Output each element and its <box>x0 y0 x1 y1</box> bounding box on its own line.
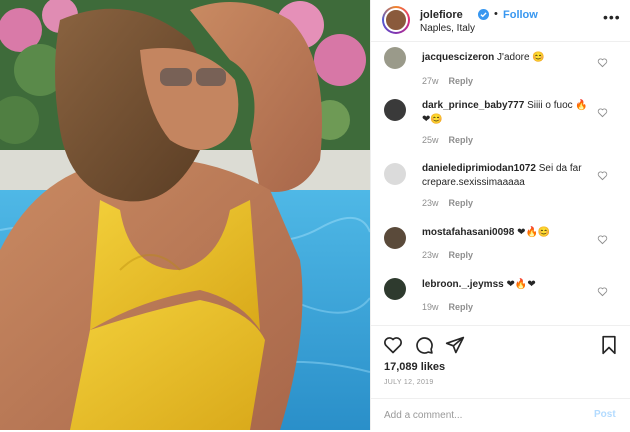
comment-meta: 27w Reply <box>422 76 473 86</box>
comment-age: 19w <box>422 302 439 312</box>
comment-avatar[interactable] <box>384 163 406 185</box>
separator-dot: • <box>494 8 498 20</box>
comment-text: mostafahasani0098 ❤🔥😊 <box>422 226 592 240</box>
post-header: jolefiore • Follow Naples, Italy ••• <box>371 0 630 42</box>
comment-age: 23w <box>422 250 439 260</box>
comment-username[interactable]: mostafahasani0098 <box>422 227 514 238</box>
story-ring[interactable] <box>382 6 410 34</box>
post-comment-button[interactable]: Post <box>594 409 616 420</box>
add-comment-bar: Post <box>371 398 630 432</box>
comment-like-icon[interactable] <box>597 234 608 245</box>
comment-text: danielediprimiodan1072 Sei da far crepar… <box>422 162 592 190</box>
comment-username[interactable]: dark_prince_baby777 <box>422 100 524 111</box>
photo-illustration <box>0 0 370 430</box>
comment-username[interactable]: jacquescizeron <box>422 52 494 63</box>
comment-body: ❤🔥😊 <box>517 227 551 238</box>
post-date: JULY 12, 2019 <box>384 379 434 386</box>
comment-meta: 23w Reply <box>422 198 473 208</box>
comment-age: 25w <box>422 135 439 145</box>
comment-avatar[interactable] <box>384 47 406 69</box>
reply-button[interactable]: Reply <box>449 135 474 145</box>
heart-icon[interactable] <box>383 335 403 355</box>
post-actions: 17,089 likes JULY 12, 2019 Post <box>371 325 630 431</box>
follow-button[interactable]: Follow <box>503 9 538 21</box>
verified-badge-icon <box>478 9 489 20</box>
comment-meta: 19w Reply <box>422 302 473 312</box>
comment-like-icon[interactable] <box>597 286 608 297</box>
comment-like-icon[interactable] <box>597 57 608 68</box>
reply-button[interactable]: Reply <box>449 250 474 260</box>
more-options-icon[interactable]: ••• <box>603 9 621 25</box>
comment-icon[interactable] <box>414 335 434 355</box>
comment-username[interactable]: danielediprimiodan1072 <box>422 163 536 174</box>
post-photo[interactable] <box>0 0 370 430</box>
comment-text: lebroon._.jeymss ❤🔥❤ <box>422 278 592 292</box>
avatar[interactable] <box>384 8 408 32</box>
reply-button[interactable]: Reply <box>449 198 474 208</box>
likes-count[interactable]: 17,089 likes <box>384 361 445 373</box>
share-icon[interactable] <box>445 335 465 355</box>
comment-meta: 23w Reply <box>422 250 473 260</box>
comment-username[interactable]: lebroon._.jeymss <box>422 279 504 290</box>
comment-text: dark_prince_baby777 Siiii o fuoc 🔥❤😊 <box>422 99 592 127</box>
comment-like-icon[interactable] <box>597 107 608 118</box>
comment-text: jacquescizeron J'adore 😊 <box>422 51 592 65</box>
comments-list[interactable]: jacquescizeron J'adore 😊 27w Reply dark_p… <box>371 42 630 325</box>
comment-age: 27w <box>422 76 439 86</box>
add-comment-input[interactable] <box>384 407 584 423</box>
bookmark-icon[interactable] <box>599 335 619 355</box>
comment-meta: 25w Reply <box>422 135 473 145</box>
reply-button[interactable]: Reply <box>449 302 474 312</box>
post-username[interactable]: jolefiore <box>420 9 463 21</box>
comment-body: ❤🔥❤ <box>506 279 536 290</box>
post-sidebar: jolefiore • Follow Naples, Italy ••• jac… <box>370 0 630 430</box>
comment-body: J'adore 😊 <box>497 52 545 63</box>
comment-avatar[interactable] <box>384 227 406 249</box>
comment-like-icon[interactable] <box>597 170 608 181</box>
comment-avatar[interactable] <box>384 278 406 300</box>
comment-age: 23w <box>422 198 439 208</box>
comment-avatar[interactable] <box>384 99 406 121</box>
reply-button[interactable]: Reply <box>449 76 474 86</box>
post-location[interactable]: Naples, Italy <box>420 23 475 34</box>
